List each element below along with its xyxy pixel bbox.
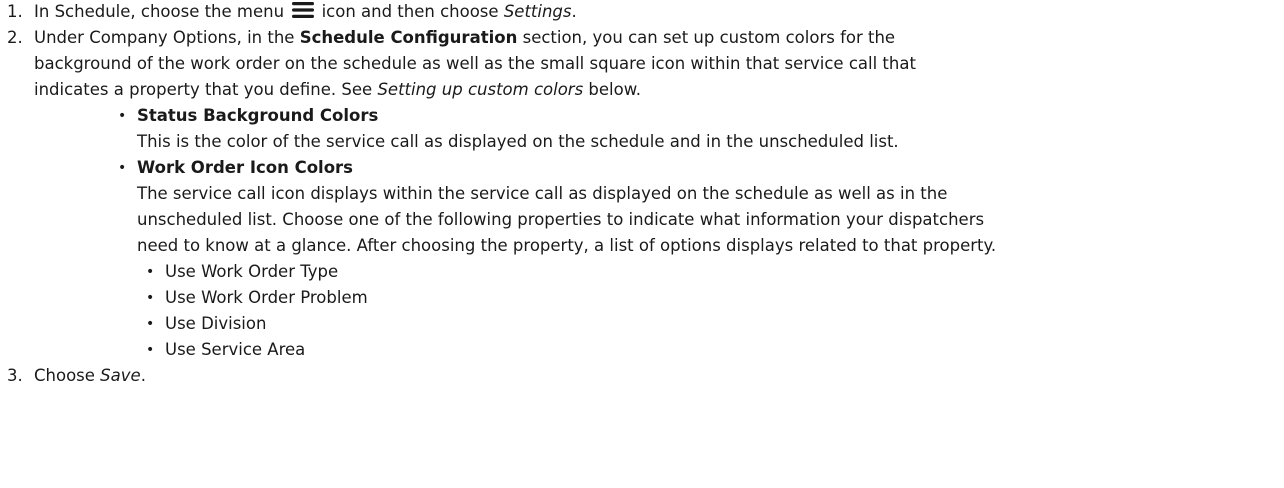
instructions-document: 1. In Schedule, choose the menu icon and… [0,0,1284,488]
options-list: Status Background Colors This is the col… [34,103,1284,363]
option-description-line: The service call icon displays within th… [137,184,948,203]
step-number: 2. [7,28,23,47]
property-item: Use Work Order Problem [146,285,1284,311]
option-description-line: This is the color of the service call as… [137,132,899,151]
settings-term: Settings [503,2,572,21]
step-text-line: background of the work order on the sche… [34,54,916,73]
save-term: Save [100,366,141,385]
step-text-line: Under Company Options, in the Schedule C… [34,25,1284,51]
option-description-line: unscheduled list. Choose one of the foll… [137,210,985,229]
step-2: 2. Under Company Options, in the Schedul… [0,25,1284,363]
option-title: Status Background Colors [137,106,379,125]
property-item: Use Service Area [146,337,1284,363]
step-text: In Schedule, choose the menu [34,2,285,21]
property-item: Use Work Order Type [146,259,1284,285]
step-number: 1. [7,2,23,21]
option-status-background-colors: Status Background Colors This is the col… [118,103,1284,155]
punctuation: . [571,2,577,21]
hamburger-menu-icon [292,2,315,18]
step-number: 3. [7,366,23,385]
custom-colors-reference: Setting up custom colors [377,80,584,99]
property-item: Use Division [146,311,1284,337]
step-text: Choose [34,366,95,385]
step-3: 3. Choose Save. [0,363,1284,389]
option-work-order-icon-colors: Work Order Icon Colors The service call … [118,155,1284,363]
step-text: Under Company Options, in the [34,28,295,47]
option-title: Work Order Icon Colors [137,158,353,177]
step-text: icon and then choose [321,2,499,21]
property-list: Use Work Order Type Use Work Order Probl… [137,259,1284,363]
option-description-line: need to know at a glance. After choosing… [137,236,997,255]
schedule-configuration-term: Schedule Configuration [299,28,518,47]
punctuation: . [140,366,146,385]
step-text-line: indicates a property that you define. Se… [34,77,1284,103]
step-text: indicates a property that you define. Se… [34,80,373,99]
step-1: 1. In Schedule, choose the menu icon and… [0,0,1284,25]
steps-list: 1. In Schedule, choose the menu icon and… [0,0,1284,389]
step-text: section, you can set up custom colors fo… [522,28,896,47]
step-text: below. [588,80,641,99]
